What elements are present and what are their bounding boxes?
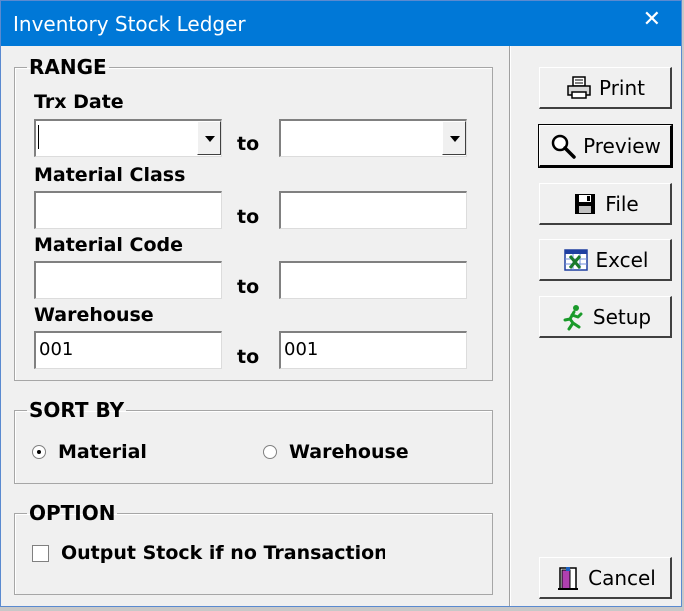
window-title: Inventory Stock Ledger (13, 12, 246, 36)
sort-by-material-radio[interactable]: Material (32, 441, 147, 463)
range-legend: RANGE (29, 55, 107, 79)
sort-by-warehouse-label: Warehouse (289, 441, 409, 463)
sort-by-material-label: Material (58, 441, 147, 463)
trx-date-from-dropdown-button[interactable] (197, 121, 221, 155)
title-bar[interactable]: Inventory Stock Ledger ✕ (1, 1, 681, 46)
sort-by-warehouse-radio[interactable]: Warehouse (263, 441, 409, 463)
trx-date-from-combo[interactable] (34, 119, 222, 157)
print-label: Print (598, 75, 645, 100)
excel-icon (562, 246, 590, 274)
checkbox-box (32, 544, 49, 562)
close-icon[interactable]: ✕ (643, 7, 661, 32)
material-class-to-input[interactable] (279, 191, 467, 229)
trx-date-to-combo[interactable] (279, 119, 467, 157)
excel-button[interactable]: Excel (539, 239, 672, 281)
radio-unselected-indicator (263, 445, 277, 459)
setup-label: Setup (592, 304, 652, 329)
file-button[interactable]: File (539, 183, 672, 225)
cancel-label: Cancel (588, 565, 656, 590)
warehouse-to-label: to (237, 346, 260, 368)
setup-button[interactable]: Setup (539, 296, 672, 338)
material-code-to-label: to (237, 276, 260, 298)
material-class-to-label: to (237, 206, 260, 228)
preview-button[interactable]: Preview (538, 124, 673, 168)
dialog-window: Inventory Stock Ledger ✕ RANGE Trx Date … (0, 0, 682, 607)
trx-date-to-dropdown-button[interactable] (442, 121, 466, 155)
output-stock-checkbox[interactable]: Output Stock if no Transaction (32, 542, 385, 564)
material-code-label: Material Code (34, 234, 184, 256)
door-exit-icon (554, 564, 582, 592)
warehouse-to-input[interactable]: 001 (279, 331, 467, 369)
dialog-body: RANGE Trx Date to Material Class to Mate… (1, 46, 681, 606)
printer-icon (565, 74, 593, 102)
warehouse-label: Warehouse (34, 304, 154, 326)
floppy-disk-icon (571, 190, 599, 218)
running-man-icon (559, 303, 587, 331)
chevron-down-icon (205, 136, 215, 142)
sort-by-legend: SORT BY (29, 398, 125, 422)
material-class-label: Material Class (34, 164, 186, 186)
print-button[interactable]: Print (539, 67, 672, 109)
material-code-from-input[interactable] (34, 261, 222, 299)
chevron-down-icon (450, 136, 460, 142)
output-stock-label: Output Stock if no Transaction (61, 542, 385, 564)
trx-date-to-label: to (237, 133, 260, 155)
text-caret (38, 125, 39, 149)
magnifier-icon (549, 132, 577, 160)
vertical-divider (509, 46, 510, 606)
trx-date-label: Trx Date (34, 91, 124, 113)
cancel-button[interactable]: Cancel (539, 557, 672, 599)
material-class-from-input[interactable] (34, 191, 222, 229)
excel-label: Excel (595, 247, 649, 272)
preview-label: Preview (583, 133, 661, 158)
option-legend: OPTION (29, 501, 116, 525)
radio-selected-indicator (32, 445, 46, 459)
material-code-to-input[interactable] (279, 261, 467, 299)
warehouse-from-input[interactable]: 001 (34, 331, 222, 369)
file-label: File (605, 191, 639, 216)
